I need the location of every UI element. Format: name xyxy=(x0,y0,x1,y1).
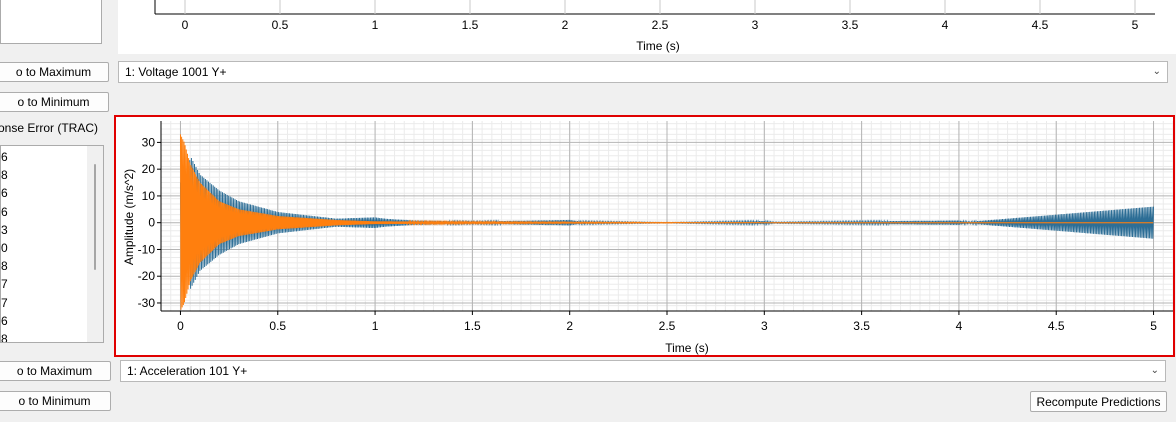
x-tick-label: 0 xyxy=(177,319,184,333)
x-tick-label: 0.5 xyxy=(269,319,286,333)
list-item[interactable]: 6 xyxy=(1,149,8,165)
x-tick-label: 3.5 xyxy=(853,319,870,333)
list-item[interactable]: 6 xyxy=(1,185,8,201)
go-to-maximum-button-1[interactable]: o to Maximum xyxy=(0,62,109,82)
list-item[interactable]: 3 xyxy=(1,222,8,238)
x-tick-label: 2 xyxy=(566,319,573,333)
top-plot-xtick-label: 2.5 xyxy=(652,18,669,32)
x-tick-label: 1 xyxy=(372,319,379,333)
top-plot-xtick-label: 1 xyxy=(372,18,379,32)
top-plot-xtick-label: 2 xyxy=(562,18,569,32)
response-error-list[interactable]: 6 8 6 6 3 0 8 7 7 6 8 xyxy=(0,145,104,343)
acceleration-channel-select[interactable]: 1: Acceleration 101 Y+ ⌄ xyxy=(120,360,1166,382)
top-plot-xtick-label: 3 xyxy=(752,18,759,32)
x-tick-label: 3 xyxy=(761,319,768,333)
x-tick-label: 1.5 xyxy=(464,319,481,333)
x-tick-label: 4.5 xyxy=(1048,319,1065,333)
voltage-channel-select[interactable]: 1: Voltage 1001 Y+ ⌄ xyxy=(118,61,1168,83)
top-plot-xlabel: Time (s) xyxy=(636,39,680,53)
top-plot-xtick-label: 1.5 xyxy=(462,18,479,32)
y-tick-label: -30 xyxy=(138,296,156,310)
chevron-down-icon: ⌄ xyxy=(1152,66,1161,77)
go-to-minimum-button-1[interactable]: o to Minimum xyxy=(0,92,109,112)
top-plot-xtick-label: 4.5 xyxy=(1032,18,1049,32)
top-plot-xtick-label: 5 xyxy=(1132,18,1139,32)
x-tick-label: 2.5 xyxy=(659,319,676,333)
acceleration-channel-value: 1: Acceleration 101 Y+ xyxy=(127,364,248,378)
y-tick-label: 0 xyxy=(148,216,155,230)
y-tick-label: 10 xyxy=(142,189,156,203)
acceleration-chart[interactable]: 0 0.5 1 1.5 2 2.5 3 3.5 4 4.5 5 -30 -20 -10 0 10 20 30 Tim… xyxy=(116,117,1173,355)
left-list-top xyxy=(0,0,102,44)
list-item[interactable]: 8 xyxy=(1,331,8,342)
response-error-label: onse Error (TRAC) xyxy=(0,121,99,135)
list-item[interactable]: 8 xyxy=(1,258,8,274)
list-item[interactable]: 6 xyxy=(1,313,8,329)
list-scrollbar[interactable] xyxy=(87,146,103,342)
go-to-minimum-button-2[interactable]: o to Minimum xyxy=(0,391,111,411)
chevron-down-icon: ⌄ xyxy=(1150,365,1159,376)
y-tick-label: 20 xyxy=(142,162,156,176)
recompute-predictions-button[interactable]: Recompute Predictions xyxy=(1030,391,1167,412)
list-item[interactable]: 7 xyxy=(1,295,8,311)
x-axis-label: Time (s) xyxy=(665,341,709,355)
list-item[interactable]: 0 xyxy=(1,240,8,256)
y-tick-label: 30 xyxy=(142,135,156,149)
list-item[interactable]: 7 xyxy=(1,276,8,292)
y-tick-label: -20 xyxy=(138,269,156,283)
y-axis-label: Amplitude (m/s^2) xyxy=(122,169,136,265)
top-plot-xtick-label: 4 xyxy=(942,18,949,32)
y-tick-label: -10 xyxy=(138,242,156,256)
top-plot-xtick-label: 0.5 xyxy=(272,18,289,32)
list-item[interactable]: 8 xyxy=(1,167,8,183)
list-scrollbar-thumb[interactable] xyxy=(94,164,96,270)
x-tick-label: 5 xyxy=(1150,319,1157,333)
go-to-maximum-button-2[interactable]: o to Maximum xyxy=(0,361,111,381)
list-items-container: 6 8 6 6 3 0 8 7 7 6 8 xyxy=(1,146,87,342)
top-plot-panel: 0 0.5 1 1.5 2 2.5 3 3.5 4 4.5 5 Time (s) xyxy=(118,0,1176,54)
acceleration-plot-panel: 0 0.5 1 1.5 2 2.5 3 3.5 4 4.5 5 -30 -20 -10 0 10 20 30 Tim… xyxy=(114,115,1175,357)
top-plot-xtick-label: 3.5 xyxy=(842,18,859,32)
top-plot-xtick-label: 0 xyxy=(182,18,189,32)
list-item[interactable]: 6 xyxy=(1,204,8,220)
voltage-channel-value: 1: Voltage 1001 Y+ xyxy=(125,65,227,79)
x-tick-label: 4 xyxy=(956,319,963,333)
top-plot-svg: 0 0.5 1 1.5 2 2.5 3 3.5 4 4.5 5 Time (s) xyxy=(154,0,1155,53)
